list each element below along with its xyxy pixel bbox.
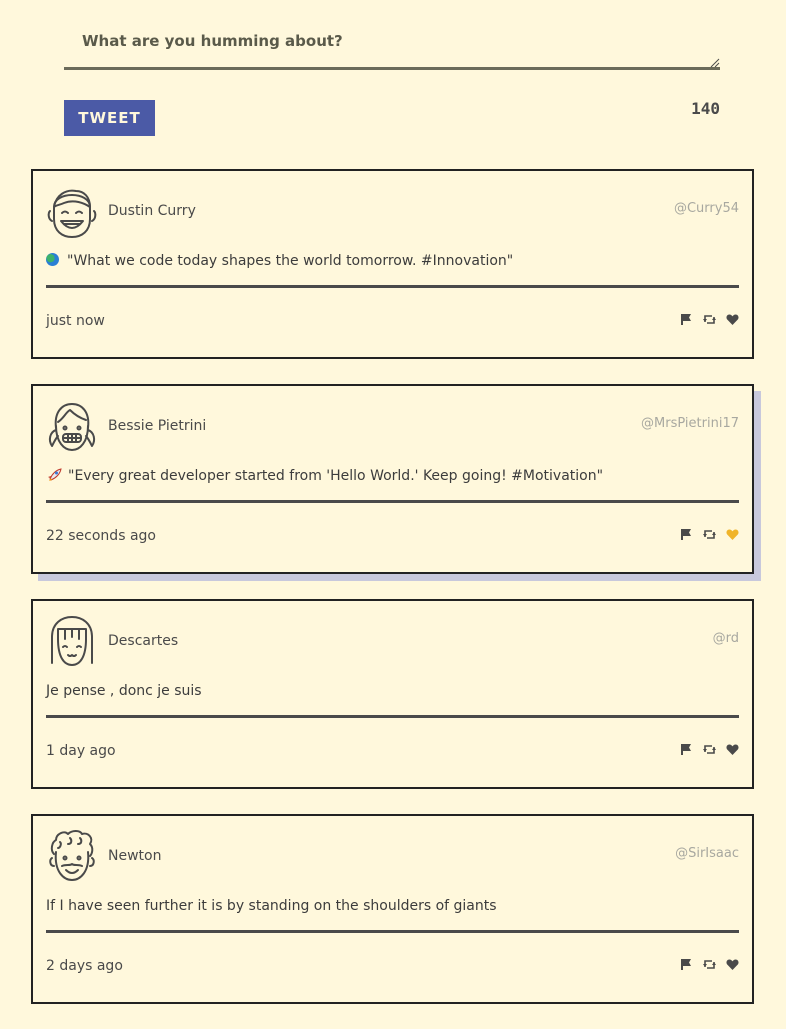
author-handle[interactable]: @Curry54 [674,201,739,216]
tweet-content: "Every great developer started from 'Hel… [46,468,603,484]
girl-pigtails-avatar-icon [48,403,96,451]
retweet-icon[interactable] [703,528,716,541]
earth-emoji-icon [46,253,59,266]
author-name[interactable]: Descartes [108,633,178,649]
heart-icon[interactable] [726,528,739,541]
tweet-content: Je pense , donc je suis [46,683,202,699]
tweet-timestamp: 2 days ago [46,958,123,974]
tweet-card: Descartes @rd Je pense , donc je suis 1 … [31,599,754,789]
flag-icon[interactable] [680,528,693,541]
tweet-text: If I have seen further it is by standing… [46,898,497,914]
retweet-icon[interactable] [703,958,716,971]
tweet-timestamp: 22 seconds ago [46,528,156,544]
tweet-feed: Dustin Curry @Curry54 "What we code toda… [31,169,754,1029]
retweet-icon[interactable] [703,743,716,756]
author-name[interactable]: Dustin Curry [108,203,196,219]
tweet-text: "Every great developer started from 'Hel… [68,468,604,484]
flag-icon[interactable] [680,958,693,971]
tweet-button[interactable]: Tweet [64,100,155,136]
author-name[interactable]: Newton [108,848,161,864]
heart-icon[interactable] [726,313,739,326]
tweet-text: "What we code today shapes the world tom… [67,253,514,269]
tweet-card: Dustin Curry @Curry54 "What we code toda… [31,169,754,359]
tweet-text: Je pense , donc je suis [46,683,202,699]
tweet-content: "What we code today shapes the world tom… [46,253,513,269]
tweet-input[interactable] [64,28,720,70]
tweet-composer: Tweet 140 [64,0,722,140]
tweet-content: If I have seen further it is by standing… [46,898,497,914]
tweet-actions [680,743,739,756]
divider [46,715,739,718]
retweet-icon[interactable] [703,313,716,326]
bob-hair-avatar-icon [51,616,93,666]
tweet-actions [680,958,739,971]
curly-hair-avatar-icon [49,830,95,881]
character-counter: 140 [691,99,720,118]
author-name[interactable]: Bessie Pietrini [108,418,206,434]
tweet-card: Newton @SirIsaac If I have seen further … [31,814,754,1004]
author-handle[interactable]: @SirIsaac [675,846,739,861]
author-handle[interactable]: @rd [713,631,739,646]
divider [46,500,739,503]
flag-icon[interactable] [680,313,693,326]
author-handle[interactable]: @MrsPietrini17 [641,416,739,431]
resize-grip-icon[interactable] [710,58,720,68]
divider [46,285,739,288]
divider [46,930,739,933]
tweet-actions [680,313,739,326]
tweet-timestamp: 1 day ago [46,743,116,759]
tweet-card: Bessie Pietrini @MrsPietrini17 "Every gr… [31,384,754,574]
smiling-man-avatar-icon [47,189,97,238]
rocket-emoji-icon [46,468,62,482]
tweet-timestamp: just now [46,313,105,329]
heart-icon[interactable] [726,958,739,971]
heart-icon[interactable] [726,743,739,756]
flag-icon[interactable] [680,743,693,756]
tweet-actions [680,528,739,541]
